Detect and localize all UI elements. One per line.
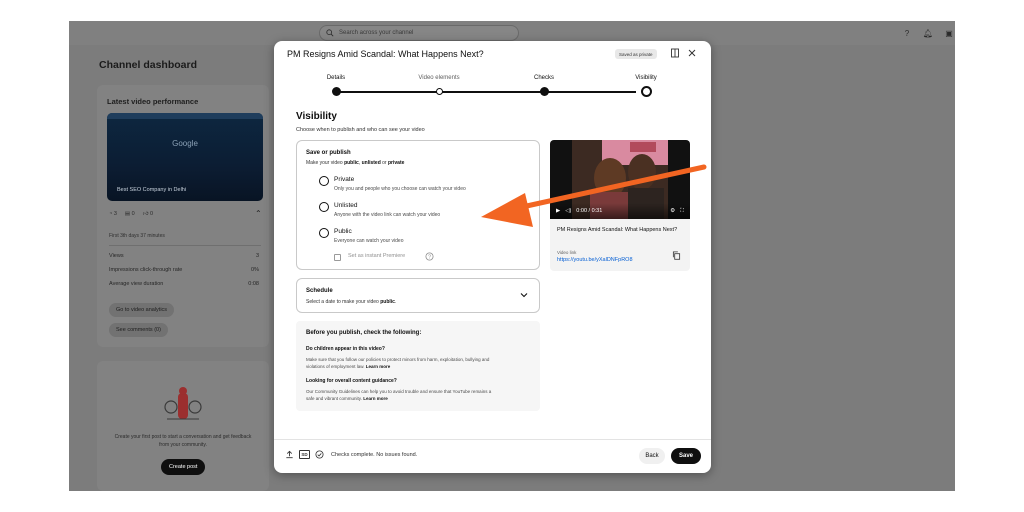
step-checks[interactable]: Checks bbox=[514, 75, 574, 85]
unlisted-radio[interactable] bbox=[319, 202, 329, 212]
before-publish-panel: Before you publish, check the following:… bbox=[296, 321, 540, 411]
guidance-text: Our Community Guidelines can help you to… bbox=[306, 389, 492, 401]
instant-premiere-checkbox[interactable] bbox=[334, 254, 341, 261]
before-publish-heading: Before you publish, check the following: bbox=[306, 330, 422, 336]
back-button[interactable]: Back bbox=[639, 448, 665, 464]
save-button[interactable]: Save bbox=[671, 448, 701, 464]
top-icons: ? 🔔︎ ▣ bbox=[901, 27, 955, 39]
saved-badge: Saved as private bbox=[615, 49, 657, 59]
video-stats: ◔ 3 ▤ 0 👍︎ 0 bbox=[109, 211, 153, 217]
upload-icon bbox=[285, 450, 294, 459]
create-post-card: Create your first post to start a conver… bbox=[97, 361, 269, 491]
video-analytics-button[interactable]: Go to video analytics bbox=[109, 303, 175, 317]
step-video-elements[interactable]: Video elements bbox=[409, 75, 469, 85]
guidance-question: Looking for overall content guidance? bbox=[306, 378, 397, 384]
create-icon[interactable]: ▣ bbox=[943, 27, 955, 39]
learn-more-link[interactable]: Learn more bbox=[366, 364, 391, 369]
youtube-studio-screenshot: Search across your channel ? 🔔︎ ▣ Channe… bbox=[69, 21, 955, 491]
dialog-title: PM Resigns Amid Scandal: What Happens Ne… bbox=[287, 49, 484, 59]
help-icon[interactable]: ? bbox=[901, 27, 913, 39]
public-description: Everyone can watch your video bbox=[334, 238, 404, 244]
views-stat: ◔ 3 bbox=[109, 211, 117, 217]
unlisted-description: Anyone with the video link can watch you… bbox=[334, 212, 441, 218]
dialog-footer: SD Checks complete. No issues found. Bac… bbox=[274, 439, 711, 473]
schedule-heading: Schedule bbox=[306, 288, 333, 294]
close-icon[interactable] bbox=[687, 48, 697, 58]
private-label[interactable]: Private bbox=[334, 176, 354, 183]
post-illustration-icon bbox=[164, 387, 202, 420]
public-label[interactable]: Public bbox=[334, 228, 352, 235]
metric-row: Impressions click-through rate 0% bbox=[109, 267, 259, 273]
step-video-elements-dot bbox=[436, 88, 443, 95]
progress-stepper: Details Video elements Checks Visibility bbox=[324, 75, 657, 105]
children-question: Do children appear in this video? bbox=[306, 346, 385, 352]
search-placeholder: Search across your channel bbox=[339, 30, 414, 36]
check-circle-icon bbox=[315, 450, 324, 459]
schedule-subtitle: Select a date to make your video public. bbox=[306, 299, 397, 305]
upload-dialog: PM Resigns Amid Scandal: What Happens Ne… bbox=[274, 41, 711, 473]
step-visibility[interactable]: Visibility bbox=[616, 75, 676, 85]
first-period: First 3th days 37 minutes bbox=[109, 233, 165, 239]
unlisted-label[interactable]: Unlisted bbox=[334, 202, 357, 209]
hd-badge-icon: SD bbox=[299, 450, 310, 459]
copy-icon[interactable] bbox=[672, 251, 681, 260]
schedule-box[interactable]: Schedule Select a date to make your vide… bbox=[296, 278, 540, 313]
video-link-label: Video link bbox=[557, 250, 577, 255]
video-thumbnail[interactable]: Google Best SEO Company in Delhi bbox=[107, 113, 263, 201]
thumbnail-caption: Best SEO Company in Delhi bbox=[117, 187, 187, 193]
create-post-text: Create your first post to start a conver… bbox=[114, 434, 252, 448]
visibility-subtitle: Choose when to publish and who can see y… bbox=[296, 127, 425, 133]
svg-text:?: ? bbox=[428, 254, 431, 260]
stepper-line bbox=[336, 91, 636, 93]
footer-status-icons: SD bbox=[285, 450, 324, 459]
instant-premiere-label: Set as instant Premiere bbox=[348, 253, 406, 259]
bell-icon[interactable]: 🔔︎ bbox=[922, 27, 934, 39]
step-details-dot bbox=[332, 87, 341, 96]
thumbnail-logo: Google bbox=[172, 139, 198, 148]
save-publish-heading: Save or publish bbox=[306, 150, 351, 156]
page-title: Channel dashboard bbox=[99, 59, 198, 71]
public-radio[interactable] bbox=[319, 228, 329, 238]
video-link[interactable]: https://youtu.be/yXalDNFpRO8 bbox=[557, 257, 633, 263]
search-icon bbox=[326, 29, 334, 37]
feedback-icon[interactable] bbox=[670, 48, 680, 58]
help-icon[interactable]: ? bbox=[425, 252, 434, 261]
search-input[interactable]: Search across your channel bbox=[319, 25, 519, 41]
checks-status: Checks complete. No issues found. bbox=[331, 452, 418, 458]
save-publish-subtitle: Make your video public, unlisted or priv… bbox=[306, 160, 405, 166]
children-text: Make sure that you follow our policies t… bbox=[306, 357, 490, 369]
private-description: Only you and people who you choose can w… bbox=[334, 186, 466, 192]
card-title: Latest video performance bbox=[107, 97, 199, 106]
create-post-button[interactable]: Create post bbox=[161, 459, 206, 475]
likes-stat: 👍︎ 0 bbox=[142, 211, 154, 217]
see-comments-button[interactable]: See comments (0) bbox=[109, 323, 168, 337]
divider bbox=[109, 245, 261, 246]
private-radio[interactable] bbox=[319, 176, 329, 186]
chevron-down-icon[interactable] bbox=[519, 290, 529, 300]
collapse-icon[interactable]: ⌃ bbox=[255, 209, 262, 218]
metric-row: Average view duration 0:08 bbox=[109, 281, 259, 287]
step-checks-dot bbox=[540, 87, 549, 96]
step-visibility-dot bbox=[641, 86, 652, 97]
step-details[interactable]: Details bbox=[306, 75, 366, 85]
learn-more-link[interactable]: Learn more bbox=[363, 396, 388, 401]
annotation-arrow-icon bbox=[481, 164, 707, 227]
comments-stat: ▤ 0 bbox=[124, 211, 135, 217]
latest-video-card: Latest video performance Google Best SEO… bbox=[97, 85, 269, 347]
visibility-title: Visibility bbox=[296, 111, 337, 122]
thumbnail-browser-bar bbox=[107, 113, 263, 119]
metric-row: Views 3 bbox=[109, 253, 259, 259]
